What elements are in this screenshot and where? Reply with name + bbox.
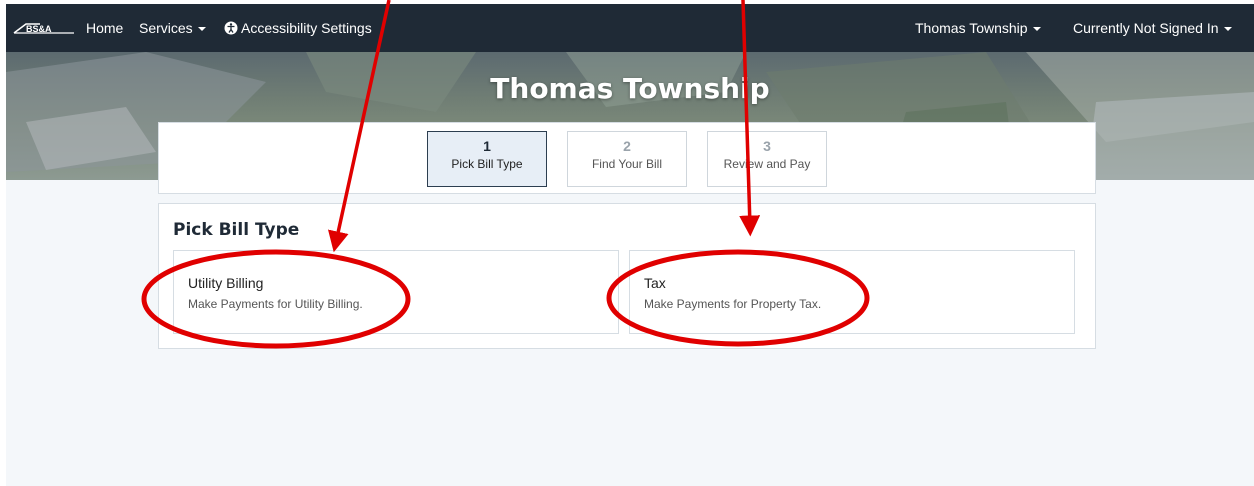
nav-home-link[interactable]: Home bbox=[86, 4, 123, 52]
municipality-dropdown[interactable]: Thomas Township bbox=[915, 4, 1041, 52]
nav-services-dropdown[interactable]: Services bbox=[139, 4, 206, 52]
page-title: Thomas Township bbox=[490, 72, 770, 105]
user-status-label: Currently Not Signed In bbox=[1073, 20, 1219, 36]
step-label: Pick Bill Type bbox=[451, 157, 523, 171]
top-navbar: BS&A Home Services Accessibility Setting… bbox=[6, 4, 1254, 52]
chevron-down-icon bbox=[197, 27, 206, 32]
chevron-down-icon bbox=[1223, 27, 1232, 32]
step-label: Review and Pay bbox=[723, 157, 811, 171]
step-pick-bill-type[interactable]: 1 Pick Bill Type bbox=[427, 131, 547, 187]
tax-card[interactable]: Tax Make Payments for Property Tax. bbox=[629, 250, 1075, 334]
nav-services-label: Services bbox=[139, 20, 193, 36]
bill-type-panel: Pick Bill Type Utility Billing Make Paym… bbox=[158, 203, 1096, 349]
page: BS&A Home Services Accessibility Setting… bbox=[6, 4, 1254, 486]
card-description: Make Payments for Property Tax. bbox=[644, 297, 822, 311]
logo-text: BS&A bbox=[26, 24, 52, 34]
chevron-down-icon bbox=[1032, 27, 1041, 32]
card-title: Utility Billing bbox=[188, 275, 264, 291]
card-title: Tax bbox=[644, 275, 666, 291]
nav-accessibility-link[interactable]: Accessibility Settings bbox=[224, 4, 372, 52]
card-description: Make Payments for Utility Billing. bbox=[188, 297, 363, 311]
user-account-dropdown[interactable]: Currently Not Signed In bbox=[1073, 4, 1232, 52]
steps-panel: 1 Pick Bill Type 2 Find Your Bill 3 Revi… bbox=[158, 122, 1096, 194]
step-find-your-bill[interactable]: 2 Find Your Bill bbox=[567, 131, 687, 187]
step-label: Find Your Bill bbox=[591, 157, 663, 171]
accessibility-icon bbox=[224, 21, 238, 35]
step-number: 2 bbox=[623, 138, 631, 154]
nav-accessibility-label: Accessibility Settings bbox=[241, 20, 372, 36]
municipality-label: Thomas Township bbox=[915, 20, 1028, 36]
utility-billing-card[interactable]: Utility Billing Make Payments for Utilit… bbox=[173, 250, 619, 334]
section-title: Pick Bill Type bbox=[173, 220, 300, 240]
step-number: 1 bbox=[483, 138, 491, 154]
bsa-logo[interactable]: BS&A bbox=[12, 19, 76, 39]
step-number: 3 bbox=[763, 138, 771, 154]
step-review-and-pay[interactable]: 3 Review and Pay bbox=[707, 131, 827, 187]
